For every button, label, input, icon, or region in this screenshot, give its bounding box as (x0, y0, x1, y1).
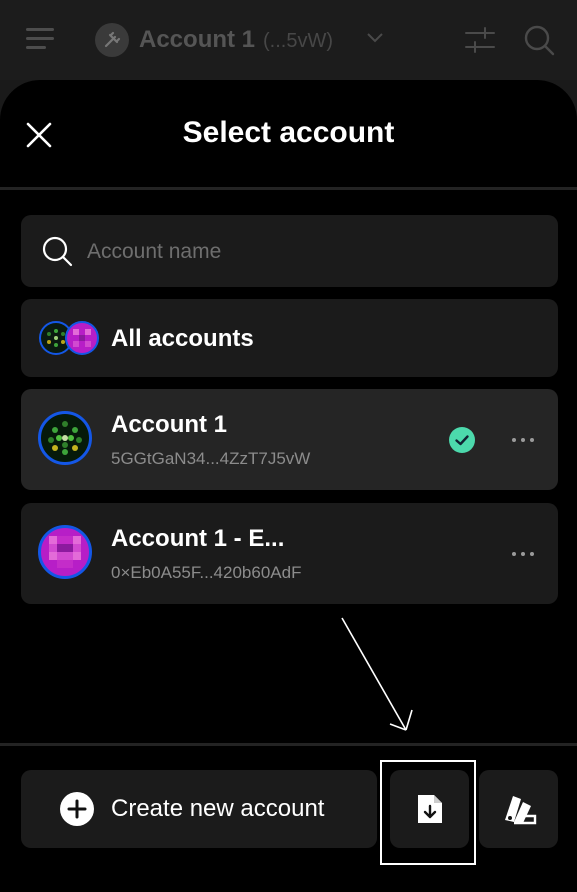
plug-icon (95, 23, 129, 57)
account-list-item[interactable]: Account 1 - E... 0×Eb0A55F...420b60AdF (21, 503, 558, 604)
current-account-name[interactable]: Account 1 (139, 26, 255, 54)
account-search-box[interactable] (21, 215, 558, 289)
check-circle-icon (449, 427, 475, 453)
create-new-account-label: Create new account (111, 795, 325, 822)
app-header: Account 1 (...5vW) (0, 0, 577, 80)
account-2-mini-avatar (65, 321, 99, 355)
account-address: 0×Eb0A55F...420b60AdF (111, 563, 302, 582)
annotation-arrow (341, 617, 413, 731)
all-accounts-item[interactable]: All accounts (21, 299, 558, 377)
chevron-down-icon[interactable] (366, 32, 384, 44)
current-account-address: (...5vW) (263, 30, 333, 52)
sliders-icon[interactable] (465, 25, 495, 55)
import-button-highlight (380, 760, 476, 865)
header-divider (0, 187, 577, 190)
header-search-icon[interactable] (523, 24, 555, 56)
more-horizontal-icon[interactable] (512, 551, 534, 557)
create-new-account-button[interactable]: Create new account (21, 770, 377, 848)
account-avatar (38, 525, 92, 579)
hamburger-menu-icon[interactable] (26, 28, 54, 50)
account-name: Account 1 (111, 411, 228, 438)
account-address: 5GGtGaN34...4ZzT7J5vW (111, 449, 311, 468)
account-search-input[interactable] (85, 215, 529, 289)
footer-divider (0, 743, 577, 746)
all-accounts-label: All accounts (111, 325, 254, 352)
select-account-modal: Select account All accounts (0, 80, 577, 892)
color-swatch-icon (505, 796, 537, 825)
more-horizontal-icon[interactable] (512, 437, 534, 443)
modal-title: Select account (182, 116, 395, 149)
search-icon (42, 236, 73, 267)
account-list-item[interactable]: Account 1 5GGtGaN34...4ZzT7J5vW (21, 389, 558, 490)
account-avatar (38, 411, 92, 465)
theme-swatch-button[interactable] (479, 770, 558, 848)
account-name: Account 1 - E... (111, 525, 285, 552)
plus-circle-icon (60, 792, 94, 826)
